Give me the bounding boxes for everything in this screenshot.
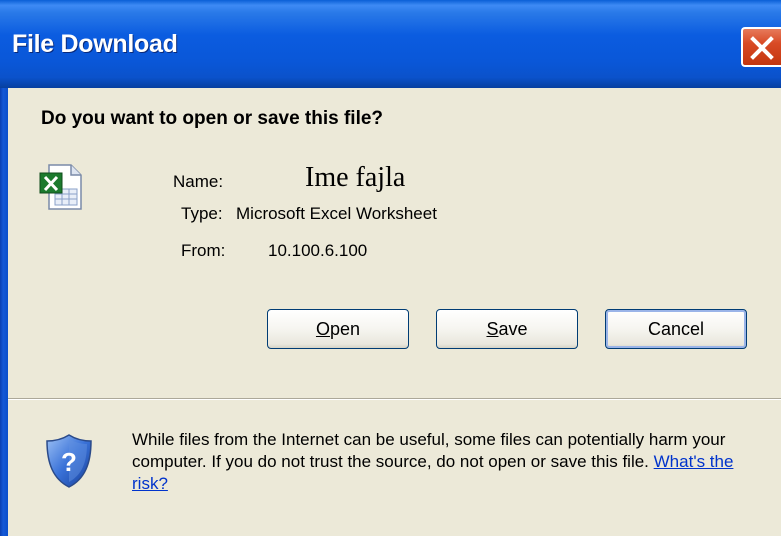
close-icon [750,36,774,60]
file-download-dialog: File Download Do you want to open or sav… [0,0,781,536]
open-label: pen [329,319,361,339]
from-label: From: [181,241,226,260]
warning-text: While files from the Internet can be use… [132,430,726,471]
dialog-question: Do you want to open or save this file? [41,108,384,129]
save-label: ave [498,319,528,339]
security-warning: While files from the Internet can be use… [132,429,772,495]
name-label: Name: [173,172,224,191]
security-shield-icon: ? [45,433,93,494]
close-button[interactable] [741,27,781,67]
svg-text:?: ? [61,447,77,477]
dialog-separator [8,398,781,400]
file-name: Ime fajla [305,162,406,193]
window-title: File Download [12,30,178,58]
save-mnemonic: S [486,319,499,339]
title-bar[interactable]: File Download [0,0,781,88]
file-type: Microsoft Excel Worksheet [236,204,437,223]
window-left-border [0,88,8,536]
type-label: Type: [181,204,223,223]
file-source: 10.100.6.100 [268,241,368,260]
open-mnemonic: O [315,319,330,339]
cancel-button[interactable]: Cancel [605,309,747,349]
save-button[interactable]: Save [436,309,578,349]
excel-file-icon [39,163,83,216]
dialog-body: Do you want to open or save this file? N… [8,88,781,536]
open-button[interactable]: Open [267,309,409,349]
